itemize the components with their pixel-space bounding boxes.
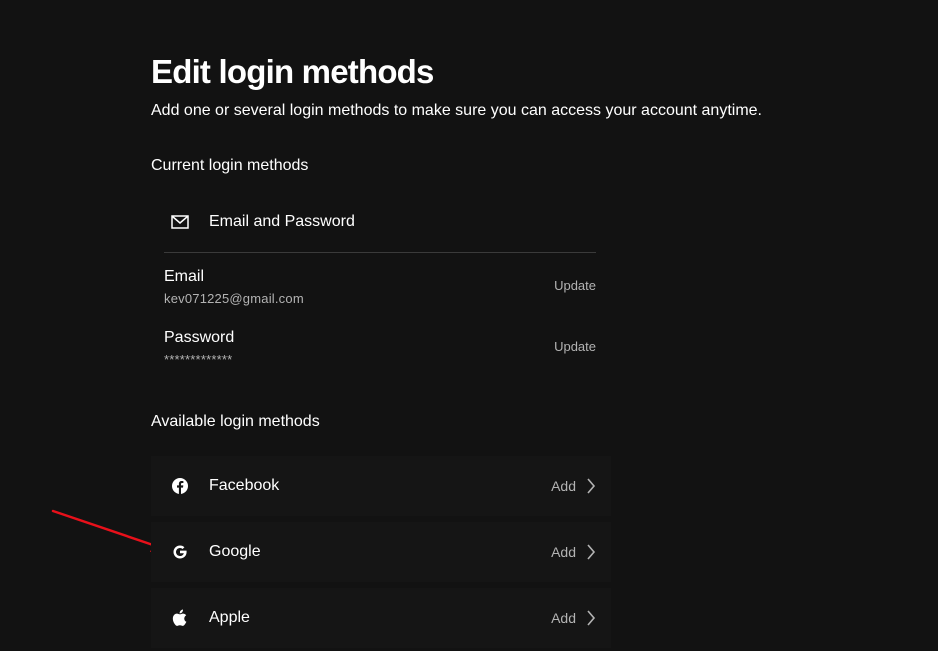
- add-google-row[interactable]: Google Add: [151, 522, 611, 582]
- provider-name: Apple: [209, 609, 250, 626]
- available-methods-heading: Available login methods: [151, 413, 320, 430]
- chevron-right-icon: [587, 478, 596, 494]
- edit-login-methods-page: Edit login methods Add one or several lo…: [0, 0, 938, 651]
- add-label: Add: [551, 610, 576, 626]
- chevron-right-icon: [587, 610, 596, 626]
- update-email-button[interactable]: Update: [554, 278, 596, 294]
- add-label: Add: [551, 478, 576, 494]
- apple-icon: [164, 609, 196, 627]
- chevron-right-icon: [587, 544, 596, 560]
- add-google-button[interactable]: Add: [551, 544, 596, 560]
- email-password-method-header: Email and Password: [164, 192, 596, 253]
- provider-name: Facebook: [209, 477, 280, 494]
- main-content: Edit login methods Add one or several lo…: [151, 52, 762, 648]
- google-icon: [164, 544, 196, 560]
- add-apple-row[interactable]: Apple Add: [151, 588, 611, 648]
- mail-icon: [164, 215, 196, 229]
- page-subtitle: Add one or several login methods to make…: [151, 102, 762, 119]
- add-label: Add: [551, 544, 576, 560]
- update-password-button[interactable]: Update: [554, 339, 596, 355]
- email-label: Email: [164, 268, 205, 285]
- add-facebook-button[interactable]: Add: [551, 478, 596, 494]
- add-facebook-row[interactable]: Facebook Add: [151, 456, 611, 516]
- page-title: Edit login methods: [151, 53, 434, 90]
- password-label: Password: [164, 329, 235, 346]
- email-value: kev071225@gmail.com: [164, 291, 304, 306]
- password-credential-row: Password ************* Update: [164, 328, 596, 372]
- method-label: Email and Password: [209, 213, 355, 230]
- email-credential-row: Email kev071225@gmail.com Update: [164, 267, 596, 311]
- current-methods-heading: Current login methods: [151, 157, 309, 174]
- password-value: *************: [164, 352, 233, 367]
- facebook-icon: [164, 478, 196, 494]
- add-apple-button[interactable]: Add: [551, 610, 596, 626]
- provider-name: Google: [209, 543, 261, 560]
